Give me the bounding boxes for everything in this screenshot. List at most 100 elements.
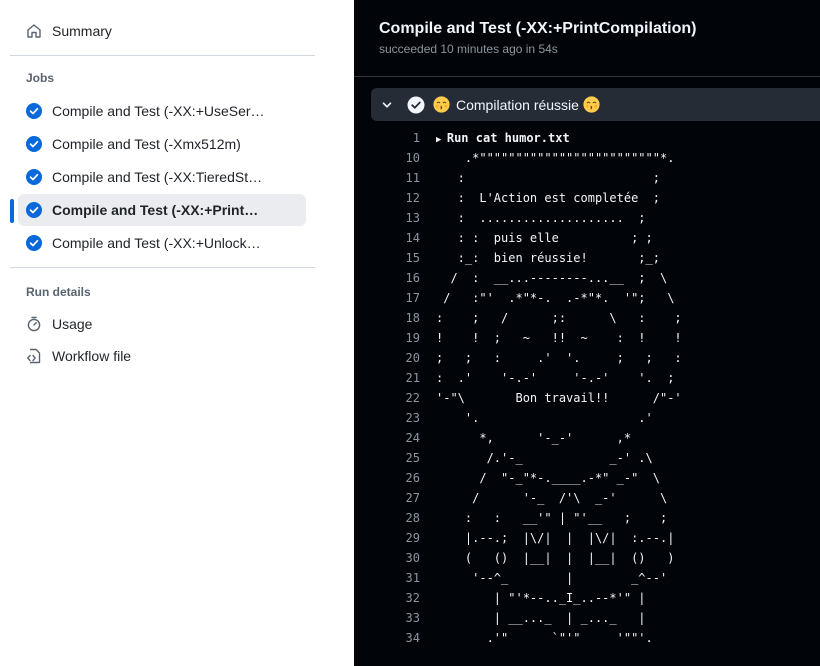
sidebar-item-job[interactable]: Compile and Test (-XX:+Unlock… xyxy=(18,227,306,259)
line-number[interactable]: 22 xyxy=(380,388,420,408)
log-line-text: / : __...--------...__ ; \ xyxy=(436,271,668,285)
sidebar-item-job[interactable]: Compile and Test (-Xmx512m) xyxy=(18,128,306,160)
line-number[interactable]: 19 xyxy=(380,328,420,348)
line-number[interactable]: 29 xyxy=(380,528,420,548)
sidebar-item-job[interactable]: Compile and Test (-XX:TieredSt… xyxy=(18,161,306,193)
log-line: 15 :_: bien réussie! ;_; xyxy=(380,248,820,268)
job-status-text: succeeded 10 minutes ago in 54s xyxy=(379,42,558,56)
line-number[interactable]: 24 xyxy=(380,428,420,448)
home-icon xyxy=(25,22,43,40)
log-line-text: / :"' .*"*-. .-*"*. '"; \ xyxy=(436,291,675,305)
log-line: 27 / '-_ /'\ _-' \ xyxy=(380,488,820,508)
file-code-icon xyxy=(25,347,43,365)
log-line: 23 '. .' xyxy=(380,408,820,428)
log-line: 17 / :"' .*"*-. .-*"*. '"; \ xyxy=(380,288,820,308)
log-line-text: :_: bien réussie! ;_; xyxy=(436,251,660,265)
log-line-text: /.'-_ _-' .\ xyxy=(436,451,653,465)
line-number[interactable]: 11 xyxy=(380,168,420,188)
log-line-text: *, '-_-' ,* xyxy=(436,431,632,445)
log-line: 32 | "'*--.._I_..--*'" | xyxy=(380,588,820,608)
check-circle-fill-icon xyxy=(25,201,43,219)
job-title: Compile and Test (-XX:+PrintCompilation) xyxy=(379,20,697,37)
sidebar-item-workflow-file[interactable]: Workflow file xyxy=(18,340,306,372)
sidebar-item-job[interactable]: Compile and Test (-XX:+UseSer… xyxy=(18,95,306,127)
log-line-text: : ; / ;: \ : ; xyxy=(436,311,682,325)
step-header[interactable]: Compilation réussie xyxy=(371,88,820,121)
log-line-text: '. .' xyxy=(436,411,653,425)
sidebar-item-usage[interactable]: Usage xyxy=(18,308,306,340)
sidebar-item-label: Usage xyxy=(52,316,93,332)
log-line-text: .'" `"'" '""'. xyxy=(436,631,653,645)
log-line: 13 : .................... ; xyxy=(380,208,820,228)
sidebar-item-label: Compile and Test (-XX:+UseSer… xyxy=(52,103,265,119)
log-line-text: : : __'" | "'__ ; ; xyxy=(436,511,668,525)
line-number[interactable]: 34 xyxy=(380,628,420,648)
log-line: 19 ! ! ; ~ !! ~ : ! ! xyxy=(380,328,820,348)
step-title-label: Compilation réussie xyxy=(456,96,579,113)
line-number[interactable]: 31 xyxy=(380,568,420,588)
log-line: 10 .*"""""""""""""""""""""""""*. xyxy=(380,148,820,168)
line-number[interactable]: 21 xyxy=(380,368,420,388)
log-line-text: |.--.; |\/| | |\/| :.--.| xyxy=(436,531,675,545)
log-line-text: ! ! ; ~ !! ~ : ! ! xyxy=(436,331,682,345)
kissing-face-icon xyxy=(583,96,600,113)
line-number[interactable]: 14 xyxy=(380,228,420,248)
log-line: 30 ( () |__| | |__| () ) xyxy=(380,548,820,568)
log-line-text: / '-_ /'\ _-' \ xyxy=(436,491,668,505)
sidebar-item-label: Summary xyxy=(52,23,112,39)
sidebar-item-summary[interactable]: Summary xyxy=(18,15,306,47)
line-number[interactable]: 20 xyxy=(380,348,420,368)
log-line-text: : ; xyxy=(436,171,660,185)
divider xyxy=(10,55,315,56)
active-indicator xyxy=(10,199,14,223)
line-number[interactable]: 33 xyxy=(380,608,420,628)
line-number[interactable]: 28 xyxy=(380,508,420,528)
line-number[interactable]: 15 xyxy=(380,248,420,268)
log-line: 21 : .' '-.-' '-.-' '. ; xyxy=(380,368,820,388)
sidebar: Summary Jobs Compile and Test (-XX:+UseS… xyxy=(0,0,354,666)
job-header: Compile and Test (-XX:+PrintCompilation)… xyxy=(354,0,820,77)
line-number[interactable]: 23 xyxy=(380,408,420,428)
sidebar-item-label: Workflow file xyxy=(52,348,132,364)
log-line: 16 / : __...--------...__ ; \ xyxy=(380,268,820,288)
log-line-text: | "'*--.._I_..--*'" | xyxy=(436,591,646,605)
log-line-text: ; ; : .' '. ; ; : xyxy=(436,351,682,365)
log-line-text: : .................... ; xyxy=(436,211,646,225)
log-output: 1 ▶ Run cat humor.txt 10 .*"""""""""""""""… xyxy=(380,128,820,648)
line-number[interactable]: 26 xyxy=(380,468,420,488)
line-number[interactable]: 12 xyxy=(380,188,420,208)
sidebar-item-label: Compile and Test (-Xmx512m) xyxy=(52,136,241,152)
log-line-text: : .' '-.-' '-.-' '. ; xyxy=(436,371,675,385)
line-number[interactable]: 16 xyxy=(380,268,420,288)
log-line: 25 /.'-_ _-' .\ xyxy=(380,448,820,468)
line-number[interactable]: 32 xyxy=(380,588,420,608)
line-number[interactable]: 17 xyxy=(380,288,420,308)
log-group-toggle[interactable]: ▶ Run cat humor.txt xyxy=(436,128,570,150)
log-line: 22 '-"\ Bon travail!! /"-' xyxy=(380,388,820,408)
check-circle-fill-icon xyxy=(25,135,43,153)
triangle-right-icon[interactable]: ▶ xyxy=(436,135,447,145)
line-number[interactable]: 13 xyxy=(380,208,420,228)
jobs-section-title: Jobs xyxy=(26,71,55,85)
line-number[interactable]: 27 xyxy=(380,488,420,508)
log-line-text: : : puis elle ; ; xyxy=(436,231,653,245)
log-line: 28 : : __'" | "'__ ; ; xyxy=(380,508,820,528)
log-line-text: / "-_"*-.____.-*" _-" \ xyxy=(436,471,660,485)
log-line-text: : L'Action est completée ; xyxy=(436,191,660,205)
log-line-text: | __..._ | _..._ | xyxy=(436,611,646,625)
chevron-down-icon[interactable] xyxy=(379,97,395,113)
line-number[interactable]: 10 xyxy=(380,148,420,168)
log-group-label: Run cat humor.txt xyxy=(446,131,570,145)
log-line-text: ( () |__| | |__| () ) xyxy=(436,551,675,565)
log-line: 20 ; ; : .' '. ; ; : xyxy=(380,348,820,368)
stopwatch-icon xyxy=(25,315,43,333)
line-number[interactable]: 18 xyxy=(380,308,420,328)
check-circle-fill-icon xyxy=(25,168,43,186)
sidebar-item-job[interactable]: Compile and Test (-XX:+Print… xyxy=(18,194,306,226)
log-line: 33 | __..._ | _..._ | xyxy=(380,608,820,628)
line-number[interactable]: 25 xyxy=(380,448,420,468)
line-number[interactable]: 1 xyxy=(380,128,420,148)
check-circle-fill-icon xyxy=(25,102,43,120)
line-number[interactable]: 30 xyxy=(380,548,420,568)
log-line: 1 ▶ Run cat humor.txt xyxy=(380,128,820,148)
